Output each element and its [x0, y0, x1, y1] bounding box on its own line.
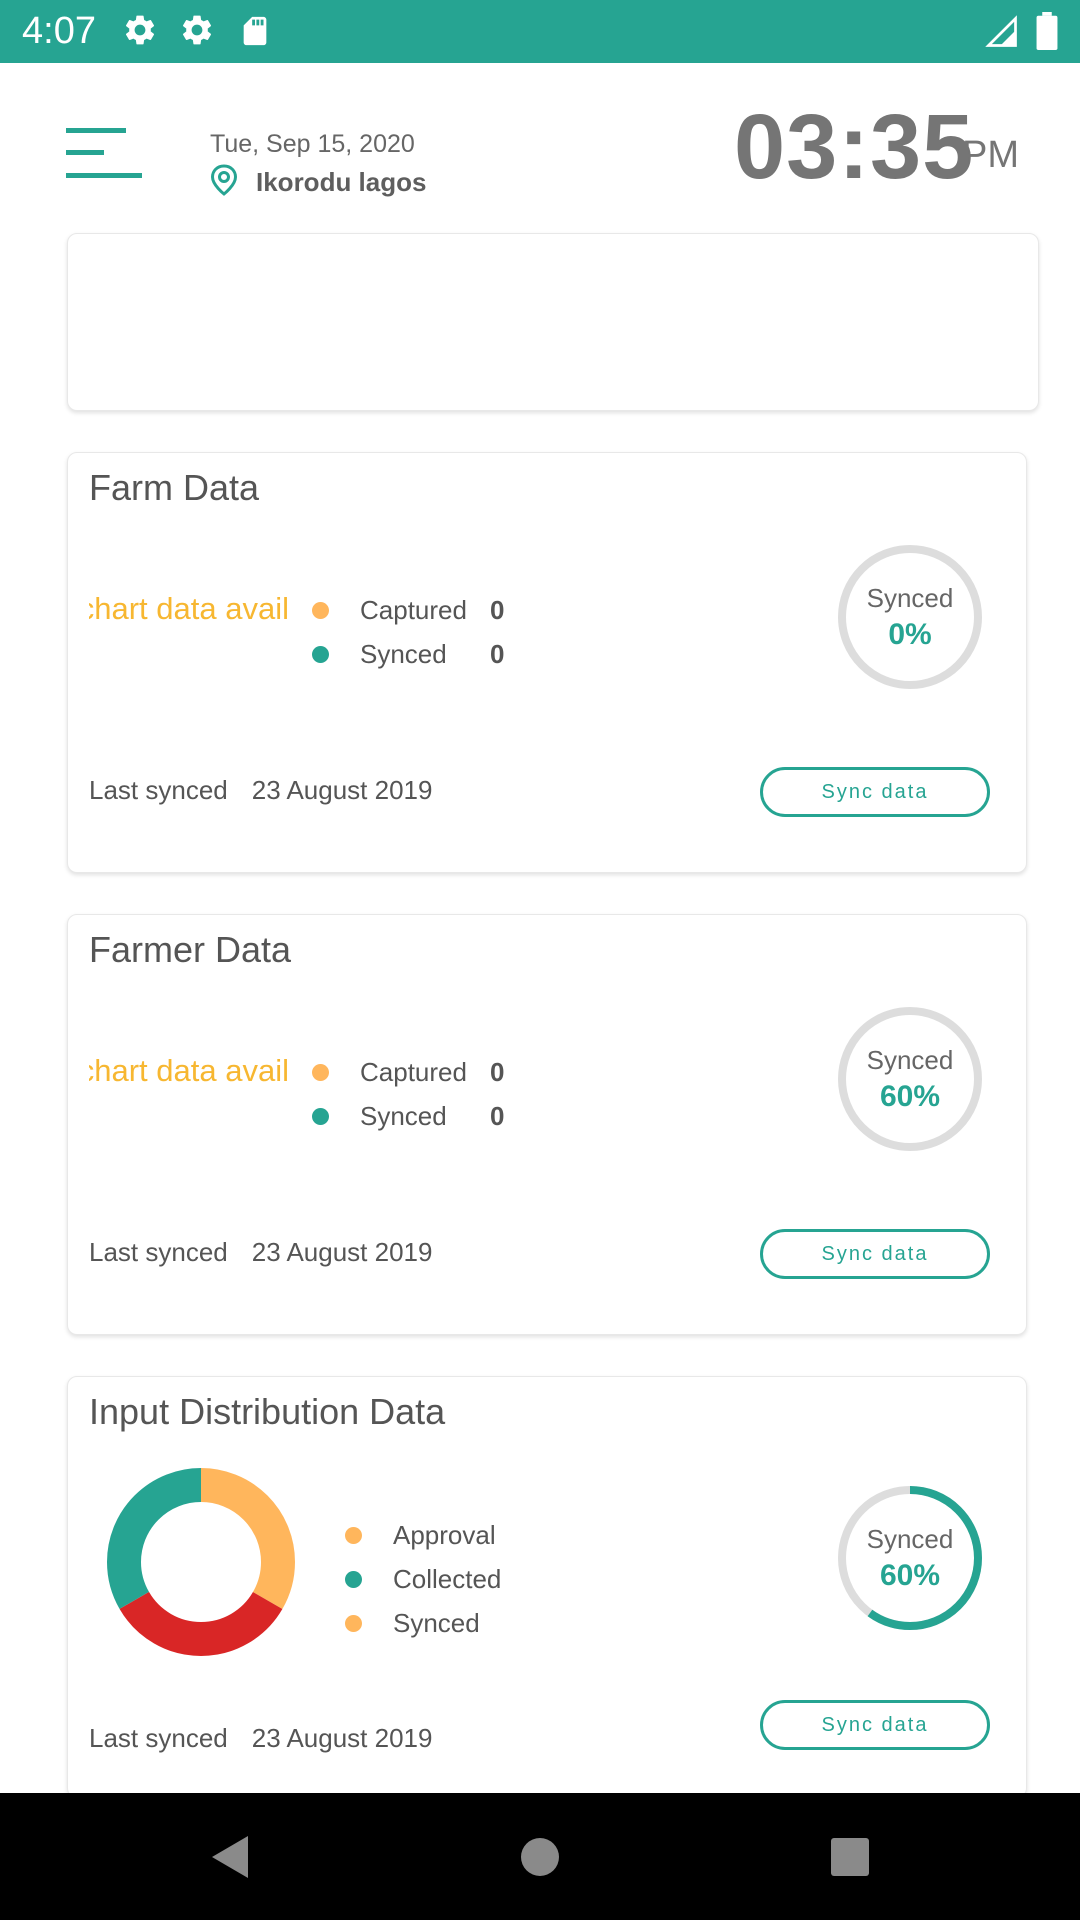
captured-dot [312, 601, 329, 619]
legend-item-synced: Synced [345, 1601, 501, 1645]
synced-value: 0 [490, 1100, 505, 1131]
donut-chart [107, 1468, 295, 1656]
card-title: Input Distribution Data [89, 1391, 446, 1432]
donut-chart-svg [107, 1468, 295, 1656]
clock-time: 03:35 [734, 96, 975, 198]
legend-item-approval: Approval [345, 1513, 501, 1557]
synced-progress-ring: Synced 60% [836, 1484, 984, 1632]
last-synced-label: Last synced [89, 775, 228, 805]
last-synced-date: 23 August 2019 [251, 775, 433, 805]
ring-text: Synced 60% [836, 1005, 984, 1153]
legend-item-collected: Collected [345, 1557, 501, 1601]
legend-dot [345, 1570, 362, 1588]
last-synced-date: 23 August 2019 [251, 1237, 433, 1267]
recents-icon[interactable] [810, 1793, 890, 1920]
sync-data-button[interactable]: Sync data [760, 1700, 990, 1750]
captured-dot [312, 1063, 329, 1081]
nav-bar [0, 1793, 1080, 1920]
captured-label: Captured [360, 1056, 467, 1087]
last-synced: Last synced 23 August 2019 [89, 1237, 432, 1268]
status-bar: 4:07 [0, 0, 1080, 63]
clock-ampm: PM [962, 134, 1019, 176]
last-synced: Last synced 23 August 2019 [89, 775, 432, 806]
stats-legend: Captured 0 Synced 0 [312, 588, 504, 676]
blank-card [67, 233, 1039, 411]
header-date: Tue, Sep 15, 2020 [210, 130, 415, 158]
legend-dot [345, 1526, 362, 1544]
gear-icon [179, 12, 215, 53]
synced-dot [312, 1107, 329, 1125]
ring-label: Synced [866, 1044, 954, 1075]
legend-label: Approval [393, 1519, 496, 1550]
card-title: Farm Data [89, 467, 260, 508]
synced-progress-ring: Synced 0% [836, 543, 984, 691]
no-chart-data-text: No chart data avail [89, 1053, 289, 1088]
signal-icon [984, 14, 1020, 55]
ring-label: Synced [866, 582, 954, 613]
captured-value: 0 [490, 594, 505, 625]
home-icon[interactable] [500, 1793, 580, 1920]
synced-label: Synced [360, 1100, 447, 1131]
captured-value: 0 [490, 1056, 505, 1087]
ring-value: 0% [888, 617, 932, 651]
synced-progress-ring: Synced 60% [836, 1005, 984, 1153]
donut-legend: Approval Collected Synced [345, 1513, 501, 1645]
synced-row: Synced 0 [312, 632, 504, 676]
synced-label: Synced [360, 638, 447, 669]
ring-text: Synced 60% [836, 1484, 984, 1632]
back-icon[interactable] [190, 1793, 270, 1920]
sync-data-button[interactable]: Sync data [760, 1229, 990, 1279]
menu-icon[interactable] [66, 128, 142, 180]
captured-label: Captured [360, 594, 467, 625]
synced-value: 0 [490, 638, 505, 669]
location-pin-icon [210, 163, 238, 201]
last-synced-label: Last synced [89, 1237, 228, 1267]
gear-icon [122, 12, 158, 53]
last-synced-date: 23 August 2019 [251, 1723, 433, 1753]
synced-dot [312, 645, 329, 663]
legend-dot [345, 1614, 362, 1632]
card-title: Farmer Data [89, 929, 292, 970]
legend-label: Collected [393, 1563, 502, 1594]
ring-label: Synced [866, 1523, 954, 1554]
battery-icon [1035, 12, 1059, 55]
input-distribution-card: Input Distribution Data Approval Collect… [67, 1376, 1027, 1798]
location-text: Ikorodu lagos [256, 166, 427, 197]
last-synced-label: Last synced [89, 1723, 228, 1753]
captured-row: Captured 0 [312, 588, 504, 632]
stats-legend: Captured 0 Synced 0 [312, 1050, 504, 1138]
status-time: 4:07 [22, 10, 96, 52]
ring-text: Synced 0% [836, 543, 984, 691]
no-chart-data-text: No chart data avail [89, 591, 289, 626]
captured-row: Captured 0 [312, 1050, 504, 1094]
synced-row: Synced 0 [312, 1094, 504, 1138]
farmer-data-card: Farmer Data No chart data avail Captured… [67, 914, 1027, 1335]
ring-value: 60% [879, 1558, 941, 1592]
sd-card-icon [238, 14, 272, 53]
last-synced: Last synced 23 August 2019 [89, 1723, 432, 1754]
sync-data-button[interactable]: Sync data [760, 767, 990, 817]
farm-data-card: Farm Data No chart data avail Captured 0… [67, 452, 1027, 873]
header-location: Ikorodu lagos [210, 163, 427, 201]
ring-value: 60% [879, 1079, 941, 1113]
legend-label: Synced [393, 1607, 480, 1638]
